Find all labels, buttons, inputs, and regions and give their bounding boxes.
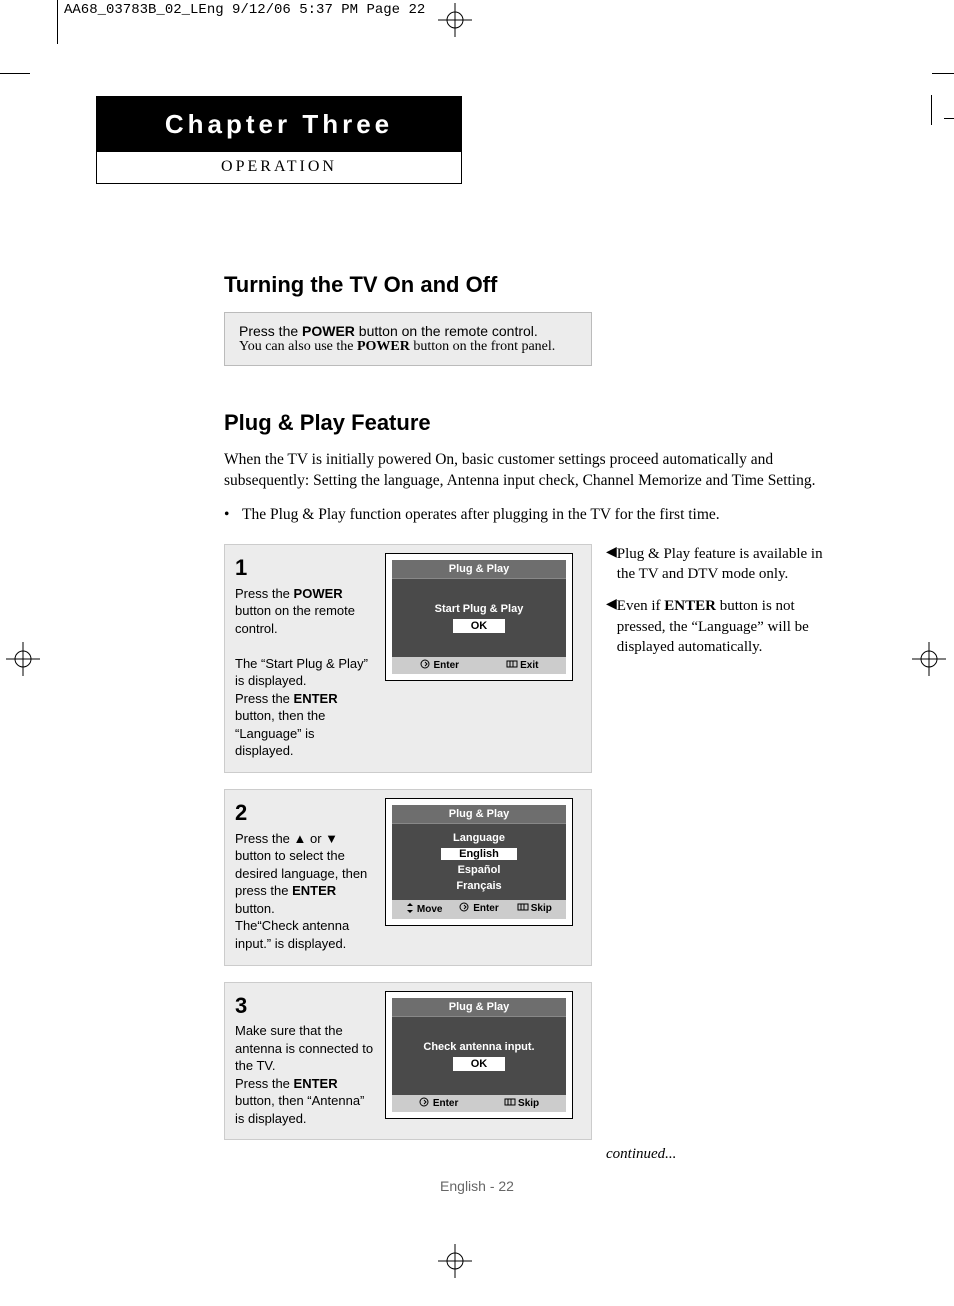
step-box: 2Press the ▲ or ▼ button to select the d… <box>224 789 592 966</box>
continued-label: continued... <box>606 1146 844 1163</box>
exit-icon <box>506 659 518 672</box>
note: ◀ Plug & Play feature is available in th… <box>606 544 838 585</box>
step-text: 3Make sure that the antenna is connected… <box>235 991 375 1128</box>
registration-mark-icon <box>6 642 40 676</box>
step-box: 3Make sure that the antenna is connected… <box>224 982 592 1141</box>
language-option: Español <box>458 864 501 876</box>
screen-subtitle: Language <box>453 832 505 844</box>
page-content: Chapter Three Operation Turning the TV O… <box>96 96 856 1163</box>
step-number: 1 <box>235 553 375 583</box>
step-instructions: Press the ▲ or ▼ button to select the de… <box>235 830 375 953</box>
triangle-left-icon: ◀ <box>606 544 617 585</box>
ok-button: OK <box>453 619 506 633</box>
chapter-header: Chapter Three Operation <box>96 96 462 184</box>
tv-screen: Plug & Play Language English Español Françai… <box>385 798 573 926</box>
steps-column: 1Press the POWER button on the remote co… <box>224 544 592 1157</box>
step-text: 2Press the ▲ or ▼ button to select the d… <box>235 798 375 953</box>
screen-footer: MoveEnterSkip <box>392 900 566 919</box>
info-line: Press the POWER button on the remote con… <box>239 323 577 339</box>
step-box: 1Press the POWER button on the remote co… <box>224 544 592 773</box>
move-icon <box>405 902 415 917</box>
screen-title: Plug & Play <box>392 998 566 1017</box>
screen-message: Check antenna input. <box>423 1041 534 1053</box>
crop-mark <box>932 73 954 74</box>
ok-button: OK <box>453 1057 506 1071</box>
info-box: Press the POWER button on the remote con… <box>224 312 592 366</box>
note-text: Plug & Play feature is available in the … <box>617 544 838 585</box>
screen-message: Start Plug & Play <box>435 603 524 615</box>
info-line: You can also use the POWER button on the… <box>239 339 577 355</box>
step-instructions: Press the POWER button on the remote con… <box>235 585 375 760</box>
enter-icon <box>420 659 432 672</box>
footer-action: Enter <box>420 659 460 672</box>
triangle-left-icon: ◀ <box>606 596 617 657</box>
step-number: 2 <box>235 798 375 828</box>
footer-action: Skip <box>507 902 562 917</box>
crop-mark <box>0 73 30 74</box>
enter-icon <box>419 1097 431 1110</box>
screen-body: Language English Español Français <box>392 824 566 900</box>
footer-action: Enter <box>451 902 506 917</box>
crop-mark <box>944 118 954 119</box>
text-bold: ENTER <box>664 598 716 614</box>
print-slug: AA68_03783B_02_LEng 9/12/06 5:37 PM Page… <box>64 2 425 18</box>
chapter-title: Chapter Three <box>97 97 461 152</box>
footer-action: Exit <box>506 659 538 672</box>
text: Press the <box>239 323 302 339</box>
text: Even if <box>617 598 664 614</box>
bullet-text: The Plug & Play function operates after … <box>242 506 720 524</box>
screen-title: Plug & Play <box>392 560 566 579</box>
skip-icon <box>517 902 529 915</box>
step-instructions: Make sure that the antenna is connected … <box>235 1022 375 1127</box>
bullet-item: • The Plug & Play function operates afte… <box>224 506 844 524</box>
step-number: 3 <box>235 991 375 1021</box>
tv-screen: Plug & Play Check antenna input. OK Enter Sk… <box>385 991 573 1119</box>
text: button on the remote control. <box>355 323 538 339</box>
language-option: Français <box>456 880 501 892</box>
step-text: 1Press the POWER button on the remote co… <box>235 553 375 760</box>
screen-footer: Enter Exit <box>392 657 566 674</box>
section-heading: Plug & Play Feature <box>224 410 844 436</box>
text: button on the front panel. <box>410 339 555 354</box>
text-bold: POWER <box>302 323 355 339</box>
screen-footer: Enter Skip <box>392 1095 566 1112</box>
note-text: Even if ENTER button is not pressed, the… <box>617 596 838 657</box>
paragraph: When the TV is initially powered On, bas… <box>224 450 834 492</box>
footer-action: Skip <box>504 1097 539 1110</box>
footer-action: Move <box>396 902 451 917</box>
page-number: English - 22 <box>0 1178 954 1194</box>
bullet-icon: • <box>224 506 242 524</box>
skip-icon <box>504 1097 516 1110</box>
chapter-subtitle: Operation <box>97 152 461 183</box>
screen-body: Start Plug & Play OK <box>392 579 566 657</box>
tv-screen: Plug & Play Start Plug & Play OK Enter Exit <box>385 553 573 681</box>
registration-mark-icon <box>912 642 946 676</box>
registration-mark-icon <box>438 3 472 37</box>
registration-mark-icon <box>438 1244 472 1278</box>
crop-mark <box>57 0 58 44</box>
notes-column: ◀ Plug & Play feature is available in th… <box>606 544 838 669</box>
text-bold: POWER <box>357 339 410 354</box>
screen-body: Check antenna input. OK <box>392 1017 566 1095</box>
note: ◀ Even if ENTER button is not pressed, t… <box>606 596 838 657</box>
footer-action: Enter <box>419 1097 459 1110</box>
language-option: English <box>441 848 517 860</box>
crop-mark <box>931 95 932 125</box>
section-heading: Turning the TV On and Off <box>224 272 844 298</box>
screen-title: Plug & Play <box>392 805 566 824</box>
text: You can also use the <box>239 339 357 354</box>
enter-icon <box>459 902 471 915</box>
